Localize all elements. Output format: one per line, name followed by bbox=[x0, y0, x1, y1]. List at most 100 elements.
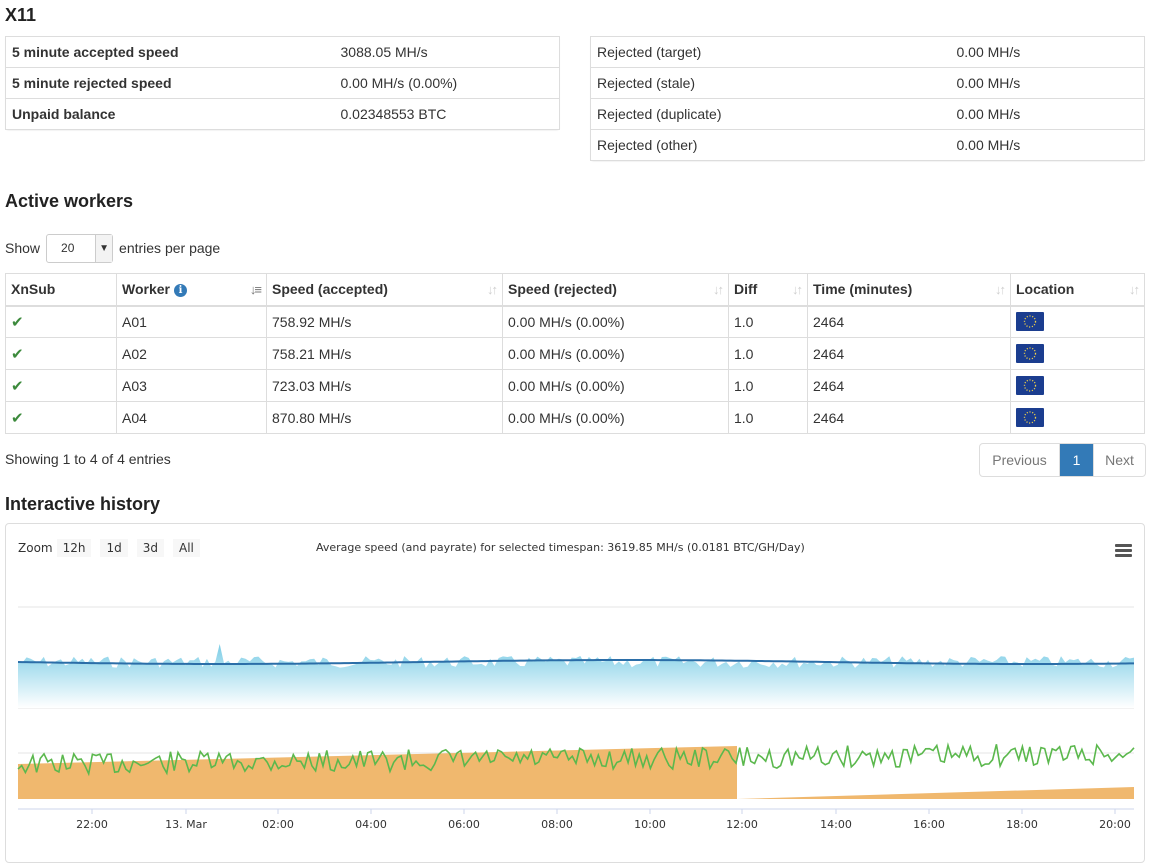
info-icon[interactable]: i bbox=[173, 284, 187, 298]
location-cell bbox=[1010, 401, 1145, 434]
summary-row: Rejected (duplicate) 0.00 MH/s bbox=[590, 98, 1145, 130]
time-cell: 2464 bbox=[807, 401, 1011, 434]
column-header-label: Speed (accepted) bbox=[272, 281, 388, 298]
speed-accepted-cell: 758.21 MH/s bbox=[266, 337, 503, 370]
sort-icon: ↓↑ bbox=[1129, 282, 1140, 297]
x-axis-tick-label: 22:00 bbox=[76, 818, 108, 831]
column-header-speed-accepted[interactable]: Speed (accepted) ↓↑ bbox=[266, 273, 503, 307]
hamburger-menu-icon[interactable] bbox=[1115, 544, 1132, 559]
x-axis-tick-label: 04:00 bbox=[355, 818, 387, 831]
history-chart-plot[interactable]: 22:00 13. Mar 02:00 04:00 06:00 08:00 10:00 12:… bbox=[6, 524, 1145, 863]
summary-row: Unpaid balance 0.02348553 BTC bbox=[5, 98, 560, 130]
sort-icon: ↓↑ bbox=[792, 282, 803, 297]
summary-label: 5 minute accepted speed bbox=[12, 44, 179, 60]
speed-area-series bbox=[18, 644, 1134, 708]
sort-icon: ↓↑ bbox=[487, 282, 498, 297]
x-axis-tick-label: 06:00 bbox=[448, 818, 480, 831]
column-header-diff[interactable]: Diff ↓↑ bbox=[728, 273, 808, 307]
checkmark-icon: ✔ bbox=[11, 313, 24, 331]
column-header-label: Time (minutes) bbox=[813, 281, 913, 298]
entries-per-page-label: entries per page bbox=[119, 240, 221, 256]
checkmark-icon: ✔ bbox=[11, 345, 24, 363]
diff-cell: 1.0 bbox=[728, 305, 808, 338]
location-cell bbox=[1010, 305, 1145, 338]
summary-value: 0.00 MH/s bbox=[956, 44, 1021, 60]
column-header-location[interactable]: Location ↓↑ bbox=[1010, 273, 1145, 307]
next-page-button[interactable]: Next bbox=[1093, 444, 1145, 476]
summary-label: Unpaid balance bbox=[5, 98, 335, 130]
pagination: Previous 1 Next bbox=[979, 443, 1146, 477]
page-1-button[interactable]: 1 bbox=[1060, 444, 1093, 476]
previous-page-button[interactable]: Previous bbox=[980, 444, 1060, 476]
column-header-label: XnSub bbox=[11, 281, 56, 298]
column-header-label: Worker bbox=[122, 281, 170, 298]
speed-accepted-cell: 758.92 MH/s bbox=[266, 305, 503, 338]
sort-icon: ↓↑ bbox=[713, 282, 724, 297]
column-header-xnsub[interactable]: XnSub bbox=[5, 273, 117, 307]
zoom-1d-button[interactable]: 1d bbox=[100, 539, 128, 557]
speed-summary-table: 5 minute accepted speed 3088.05 MH/s 5 m… bbox=[5, 36, 560, 130]
table-row: ✔ A04 870.80 MH/s 0.00 MH/s (0.00%) 1.0 … bbox=[5, 401, 1145, 434]
x-axis-tick-label: 20:00 bbox=[1099, 818, 1131, 831]
rejected-summary-table: Rejected (target) 0.00 MH/s Rejected (st… bbox=[590, 36, 1145, 161]
summary-label: Rejected (stale) bbox=[590, 67, 951, 99]
zoom-bar: Zoom 12h 1d 3d All bbox=[18, 539, 209, 557]
column-header-label: Diff bbox=[734, 281, 758, 298]
x-axis-tick-label: 10:00 bbox=[634, 818, 666, 831]
summary-label: Rejected (duplicate) bbox=[590, 98, 951, 130]
speed-accepted-cell: 723.03 MH/s bbox=[266, 369, 503, 402]
history-chart[interactable]: 22:00 13. Mar 02:00 04:00 06:00 08:00 10:00 12:… bbox=[5, 523, 1145, 863]
x-axis-tick-label: 08:00 bbox=[541, 818, 573, 831]
time-cell: 2464 bbox=[807, 369, 1011, 402]
summary-value: 0.00 MH/s bbox=[950, 67, 1145, 99]
xnsub-cell: ✔ bbox=[5, 305, 117, 338]
column-header-worker[interactable]: Worker i ↓≡ bbox=[116, 273, 267, 307]
zoom-all-button[interactable]: All bbox=[173, 539, 200, 557]
eu-flag-icon bbox=[1016, 344, 1044, 363]
summary-value: 3088.05 MH/s bbox=[340, 44, 428, 60]
sort-ascending-icon: ↓≡ bbox=[249, 282, 262, 297]
interactive-history-title: Interactive history bbox=[5, 494, 161, 514]
summary-row: Rejected (other) 0.00 MH/s bbox=[590, 129, 1145, 161]
eu-flag-icon bbox=[1016, 408, 1044, 427]
workers-table: XnSub Worker i ↓≡ Speed (accepted) ↓↑ Speed… bbox=[5, 273, 1145, 434]
zoom-label: Zoom bbox=[18, 541, 53, 555]
checkmark-icon: ✔ bbox=[11, 409, 24, 427]
x-axis-tick-label: 18:00 bbox=[1006, 818, 1038, 831]
summary-label: Rejected (other) bbox=[590, 129, 951, 161]
time-cell: 2464 bbox=[807, 337, 1011, 370]
speed-accepted-cell: 870.80 MH/s bbox=[266, 401, 503, 434]
time-cell: 2464 bbox=[807, 305, 1011, 338]
eu-flag-icon bbox=[1016, 312, 1044, 332]
summary-value: 0.00 MH/s (0.00%) bbox=[334, 67, 560, 99]
unpaid-area-series bbox=[18, 746, 737, 799]
summary-value: 0.00 MH/s bbox=[950, 129, 1145, 161]
worker-cell: A02 bbox=[116, 337, 267, 370]
diff-cell: 1.0 bbox=[728, 369, 808, 402]
summary-row: Rejected (target) 0.00 MH/s bbox=[591, 37, 1145, 68]
checkmark-icon: ✔ bbox=[11, 377, 24, 395]
column-header-time[interactable]: Time (minutes) ↓↑ bbox=[807, 273, 1011, 307]
worker-cell: A03 bbox=[116, 369, 267, 402]
diff-cell: 1.0 bbox=[728, 337, 808, 370]
zoom-3d-button[interactable]: 3d bbox=[136, 539, 164, 557]
entries-per-page-value: 20 bbox=[61, 240, 75, 255]
x-axis-tick-label: 12:00 bbox=[726, 818, 758, 831]
location-cell bbox=[1010, 369, 1145, 402]
xnsub-cell: ✔ bbox=[5, 337, 117, 370]
speed-rejected-cell: 0.00 MH/s (0.00%) bbox=[502, 305, 729, 338]
x-axis-tick-label: 16:00 bbox=[913, 818, 945, 831]
summary-row: 5 minute accepted speed 3088.05 MH/s bbox=[6, 37, 560, 68]
algorithm-title: X11 bbox=[5, 5, 37, 25]
eu-flag-icon bbox=[1016, 376, 1044, 395]
summary-label: 5 minute rejected speed bbox=[5, 67, 335, 99]
sort-icon: ↓↑ bbox=[995, 282, 1006, 297]
worker-cell: A04 bbox=[116, 401, 267, 434]
summary-value: 0.02348553 BTC bbox=[334, 98, 560, 130]
zoom-12h-button[interactable]: 12h bbox=[56, 539, 92, 557]
average-speed-text: Average speed (and payrate) for selected… bbox=[316, 541, 805, 554]
entries-per-page-select[interactable]: 20 ▼ bbox=[46, 233, 114, 263]
table-row: ✔ A03 723.03 MH/s 0.00 MH/s (0.00%) 1.0 … bbox=[5, 369, 1145, 402]
diff-cell: 1.0 bbox=[728, 401, 808, 434]
column-header-speed-rejected[interactable]: Speed (rejected) ↓↑ bbox=[502, 273, 729, 307]
